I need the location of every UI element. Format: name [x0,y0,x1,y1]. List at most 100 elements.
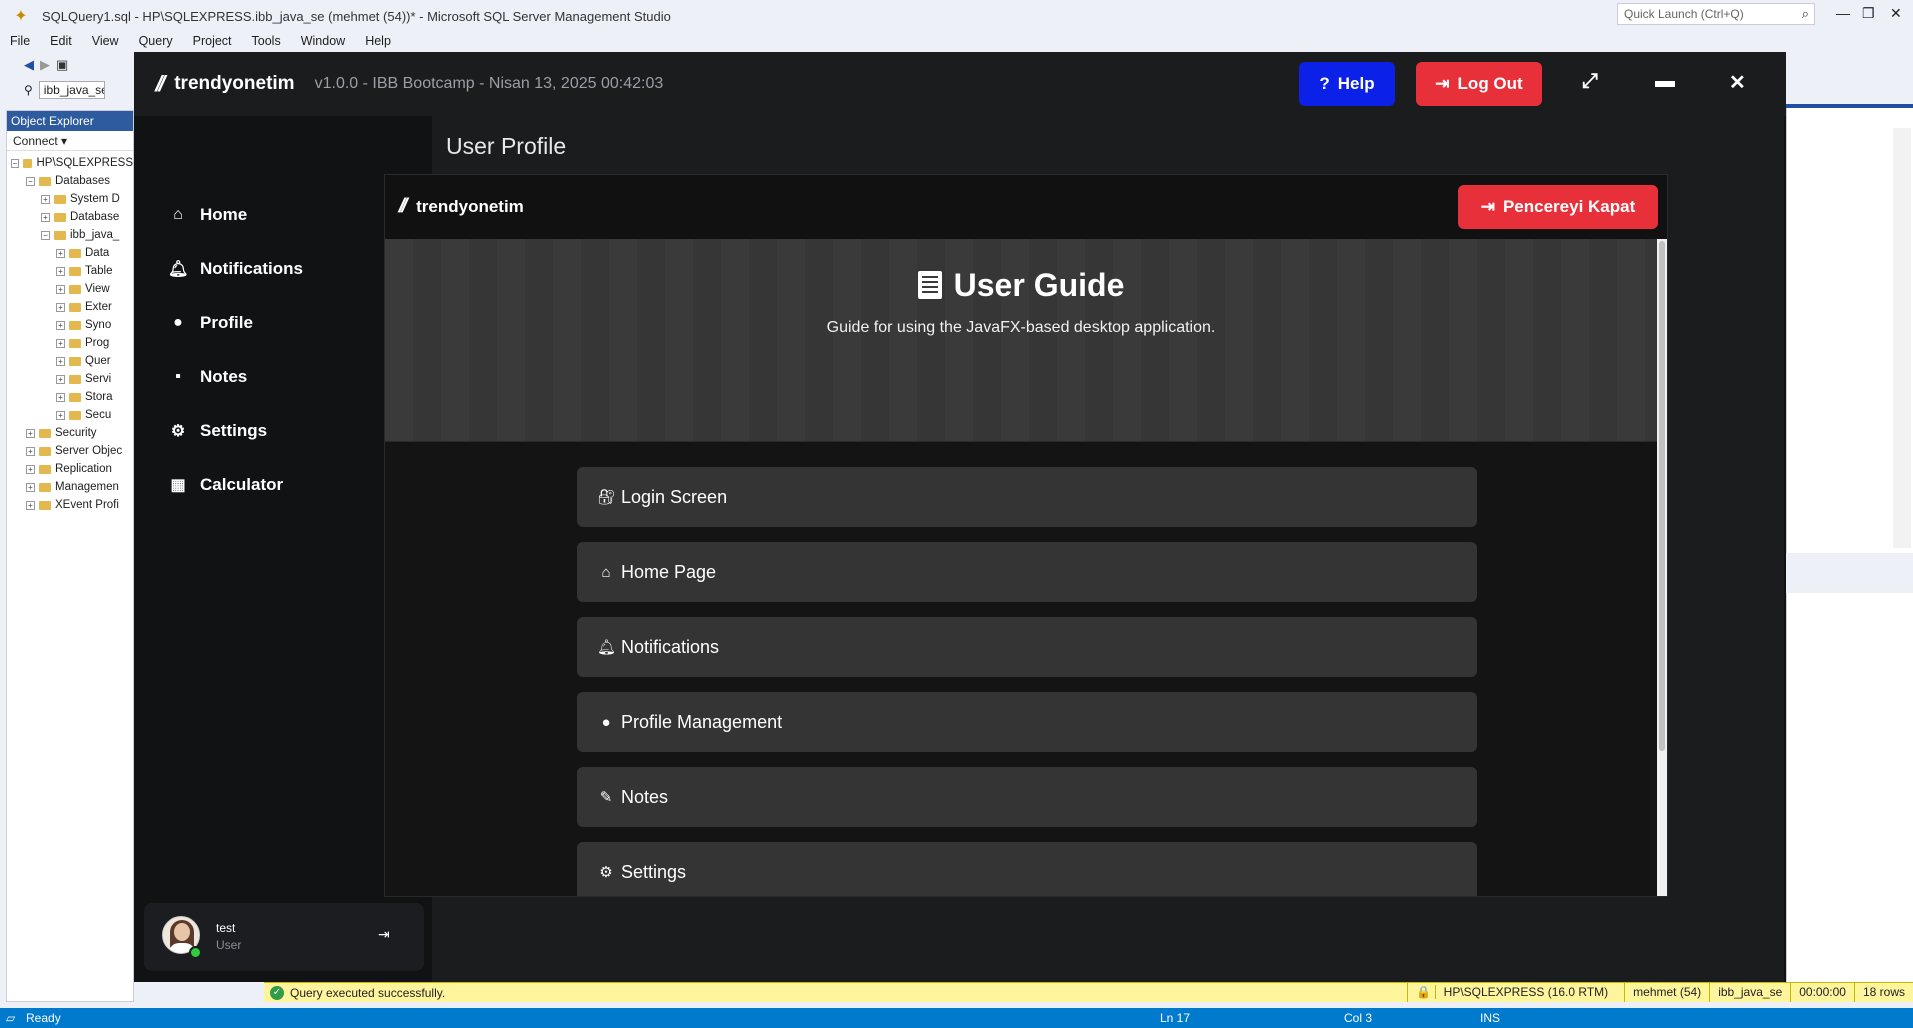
tree-node[interactable]: − Databases [7,172,133,190]
folder-icon [39,500,51,510]
folder-icon [69,374,81,384]
ssms-menubar: File Edit View Query Project Tools Windo… [0,32,401,52]
expand-icon[interactable]: + [56,392,65,402]
tree-node-label: ibb_java_ [70,229,120,241]
expand-icon[interactable]: + [56,266,65,276]
results-pane[interactable] [1786,593,1913,983]
menu-query[interactable]: Query [129,32,183,52]
app-version-info: v1.0.0 - IBB Bootcamp - Nisan 13, 2025 0… [314,75,664,92]
query-status-message: Query executed successfully. [290,985,446,1000]
guide-section-label: Notifications [621,636,720,657]
expand-icon[interactable]: + [41,194,50,204]
menu-file[interactable]: File [0,32,40,52]
menu-project[interactable]: Project [183,32,242,52]
quick-launch-input[interactable]: Quick Launch (Ctrl+Q) ⌕ [1617,3,1815,25]
tree-node[interactable]: + Server Objec [7,442,133,460]
expand-icon[interactable]: + [26,428,35,438]
tree-node[interactable]: + Security [7,424,133,442]
expand-icon[interactable]: + [56,320,65,330]
sidebar-item-notes[interactable]: ▪ Notes [168,367,247,387]
guide-section-settings[interactable]: ⚙ Settings [577,842,1477,896]
expand-icon[interactable]: + [56,356,65,366]
connect-icon[interactable]: ⚲ [24,83,33,97]
sidebar-item-label: Profile [200,313,253,332]
guide-scrollbar[interactable] [1657,239,1667,896]
close-window-button[interactable]: ⇥ Pencereyi Kapat [1458,185,1658,229]
collapse-icon[interactable]: − [26,176,35,186]
menu-window[interactable]: Window [291,32,355,52]
tree-node[interactable]: + Replication [7,460,133,478]
editor-scrollbar[interactable] [1893,128,1911,548]
menu-tools[interactable]: Tools [242,32,291,52]
expand-icon[interactable]: + [56,302,65,312]
fullscreen-icon[interactable]: ⤢ [1582,70,1598,93]
folder-icon [69,392,81,402]
tree-node-label: Exter [85,301,112,313]
expand-icon[interactable]: + [56,410,65,420]
memo-icon: ✎ [599,789,613,806]
sidebar-item-home[interactable]: ⌂ Home [168,205,247,225]
tree-node[interactable]: + XEvent Profi [7,496,133,514]
close-icon[interactable]: ✕ [1890,5,1902,22]
help-button[interactable]: ? Help [1299,62,1395,106]
sidebar-item-notifications[interactable]: 🔔︎ Notifications [168,259,303,279]
guide-section-home[interactable]: ⌂ Home Page [577,542,1477,602]
expand-icon[interactable]: + [56,338,65,348]
database-select[interactable]: ibb_java_se [38,81,105,99]
guide-scrollbar-thumb[interactable] [1659,241,1665,751]
guide-section-notifications[interactable]: 🔔︎ Notifications [577,617,1477,677]
expand-icon[interactable]: + [41,212,50,222]
tree-node[interactable]: − HP\SQLEXPRESS [7,154,133,172]
expand-icon[interactable]: + [26,446,35,456]
tree-node-label: Managemen [55,481,119,493]
expand-icon[interactable]: + [56,284,65,294]
tree-node[interactable]: + Servi [7,370,133,388]
collapse-icon[interactable]: − [41,230,50,240]
tree-node[interactable]: + Prog [7,334,133,352]
expand-icon[interactable]: + [56,374,65,384]
guide-section-profile[interactable]: ● Profile Management [577,692,1477,752]
menu-view[interactable]: View [82,32,129,52]
tree-node[interactable]: + Exter [7,298,133,316]
tree-node[interactable]: + Secu [7,406,133,424]
tree-node[interactable]: + View [7,280,133,298]
logout-button[interactable]: ⇥ Log Out [1416,62,1542,106]
tree-node[interactable]: + Database [7,208,133,226]
guide-section-login[interactable]: 🔐︎ Login Screen [577,467,1477,527]
tree-node[interactable]: + Quer [7,352,133,370]
tree-node[interactable]: + Syno [7,316,133,334]
guide-section-notes[interactable]: ✎ Notes [577,767,1477,827]
minimize-icon[interactable]: — [1836,5,1850,21]
sidebar-item-calculator[interactable]: ▦ Calculator [168,475,283,495]
expand-icon[interactable]: + [26,482,35,492]
sidebar-item-profile[interactable]: ● Profile [168,313,253,333]
minimize-icon[interactable]: ▬ [1655,70,1675,93]
tree-node-label: Server Objec [55,445,123,457]
close-icon[interactable]: ✕ [1729,70,1746,95]
tree-node[interactable]: − ibb_java_ [7,226,133,244]
back-icon[interactable]: ◀ [24,57,34,73]
ssms-statusbar: ▱ Ready Ln 17 Col 3 INS [0,1008,1913,1028]
forward-icon[interactable]: ▶ [40,57,50,73]
new-query-icon[interactable]: ▣ [56,57,68,73]
guide-title-text: User Guide [953,267,1125,303]
expand-icon[interactable]: + [26,464,35,474]
ssms-titlebar: ✦ SQLQuery1.sql - HP\SQLEXPRESS.ibb_java… [0,0,1913,32]
tree-node[interactable]: + Table [7,262,133,280]
expand-icon[interactable]: + [26,500,35,510]
tree-node[interactable]: + Stora [7,388,133,406]
tree-node[interactable]: + Data [7,244,133,262]
expand-icon[interactable]: + [56,248,65,258]
status-line: Ln 17 [1160,1011,1191,1025]
menu-help[interactable]: Help [355,32,401,52]
tree-node[interactable]: + System D [7,190,133,208]
tree-node[interactable]: + Managemen [7,478,133,496]
app-brand-name: trendyonetim [174,73,295,94]
sidebar-item-settings[interactable]: ⚙ Settings [168,421,267,441]
collapse-icon[interactable]: − [11,158,19,168]
menu-edit[interactable]: Edit [40,32,82,52]
search-icon[interactable]: ⌕ [1802,6,1809,22]
connect-button[interactable]: Connect ▾ [7,131,133,151]
restore-icon[interactable]: ❐ [1862,5,1875,22]
sign-out-icon[interactable]: ⇥ [378,926,390,943]
